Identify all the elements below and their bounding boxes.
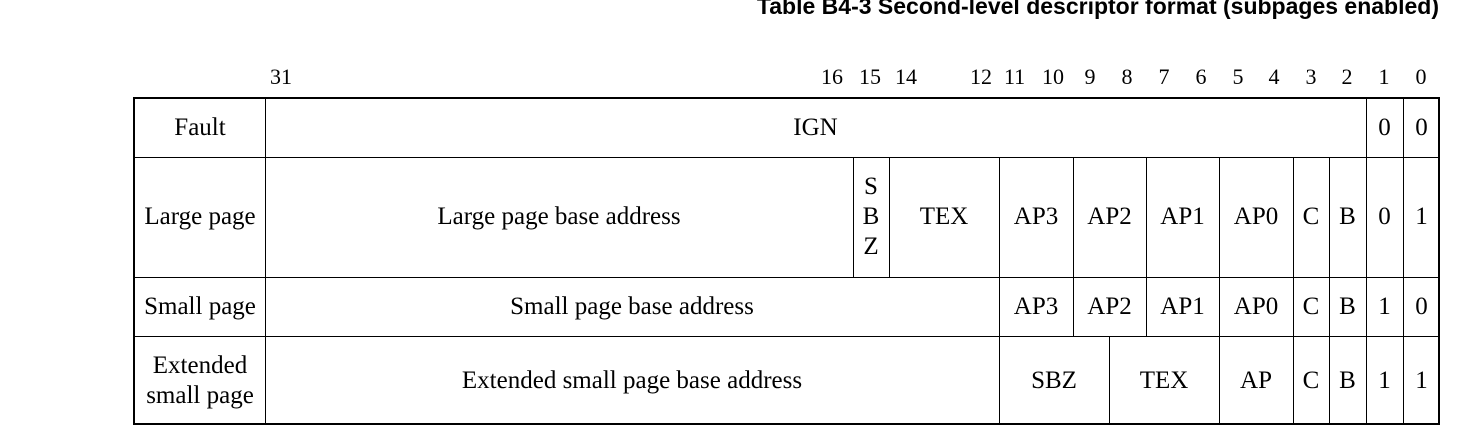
field-ign: IGN — [793, 114, 838, 141]
table-title: Table B4-3 Second-level descriptor forma… — [756, 0, 1439, 19]
field-sbz-letter: Z — [863, 233, 879, 260]
bit-label-7: 7 — [1158, 64, 1170, 89]
bit-label-1: 1 — [1378, 64, 1390, 89]
bit-label-5: 5 — [1232, 64, 1244, 89]
field-c: C — [1302, 203, 1320, 230]
field-sbz: S B Z — [853, 157, 889, 277]
bit-label-12: 12 — [970, 64, 992, 89]
bit-value-1: 1 — [1378, 292, 1391, 320]
row-label-extended-small-page: Extended small page — [135, 336, 265, 425]
row-label-line: small page — [146, 381, 254, 409]
field-ap0: AP0 — [1233, 292, 1279, 320]
row-label-line: Extended — [152, 351, 248, 379]
bit-value-0: 1 — [1415, 203, 1428, 230]
field-b: B — [1339, 366, 1356, 394]
field-large-page-base-address: Large page base address — [437, 203, 681, 230]
bit-label-10: 10 — [1042, 64, 1064, 89]
field-ap3: AP3 — [1013, 203, 1059, 230]
bit-value-0: 1 — [1415, 366, 1428, 394]
field-c: C — [1302, 292, 1320, 320]
field-small-page-base-address: Small page base address — [510, 292, 754, 320]
field-b: B — [1339, 203, 1356, 230]
field-ap1: AP1 — [1160, 292, 1205, 320]
row-label-large-page: Large page — [144, 203, 256, 230]
bit-label-6: 6 — [1195, 64, 1207, 89]
descriptor-format-table: Fault IGN 0 0 Large page Large page base… — [133, 97, 1440, 425]
bit-label-11: 11 — [1004, 64, 1026, 89]
bit-position-header: 31 16 15 14 12 11 10 9 8 7 6 5 4 3 2 1 0 — [0, 62, 1480, 92]
bit-label-0: 0 — [1415, 64, 1427, 89]
bit-value-1: 1 — [1378, 366, 1391, 394]
field-extended-small-page-base-address: Extended small page base address — [461, 366, 803, 394]
bit-label-16: 16 — [821, 64, 843, 89]
field-c: C — [1302, 366, 1320, 394]
field-sbz-letter: B — [862, 203, 880, 230]
bit-label-2: 2 — [1341, 64, 1353, 89]
bit-label-8: 8 — [1121, 64, 1133, 89]
field-ap0: AP0 — [1233, 203, 1279, 230]
bit-value-1: 0 — [1378, 114, 1391, 141]
field-b: B — [1339, 292, 1356, 320]
field-tex: TEX — [1139, 366, 1189, 394]
field-ap1: AP1 — [1160, 203, 1205, 230]
row-label-small-page: Small page — [144, 292, 256, 320]
bit-value-0: 0 — [1415, 292, 1428, 320]
bit-value-0: 0 — [1415, 114, 1428, 141]
bit-label-14: 14 — [895, 64, 917, 89]
bit-label-31: 31 — [270, 64, 292, 89]
field-tex: TEX — [919, 203, 969, 230]
field-ap2: AP2 — [1087, 203, 1132, 230]
bit-value-1: 0 — [1378, 203, 1391, 230]
field-ap: AP — [1240, 366, 1272, 394]
field-ap3: AP3 — [1013, 292, 1059, 320]
bit-label-9: 9 — [1084, 64, 1096, 89]
field-sbz: SBZ — [1031, 366, 1077, 394]
bit-label-3: 3 — [1305, 64, 1317, 89]
bit-label-4: 4 — [1268, 64, 1280, 89]
row-label-fault: Fault — [174, 114, 226, 141]
field-ap2: AP2 — [1087, 292, 1132, 320]
field-sbz-letter: S — [864, 173, 878, 200]
bit-label-15: 15 — [859, 64, 881, 89]
